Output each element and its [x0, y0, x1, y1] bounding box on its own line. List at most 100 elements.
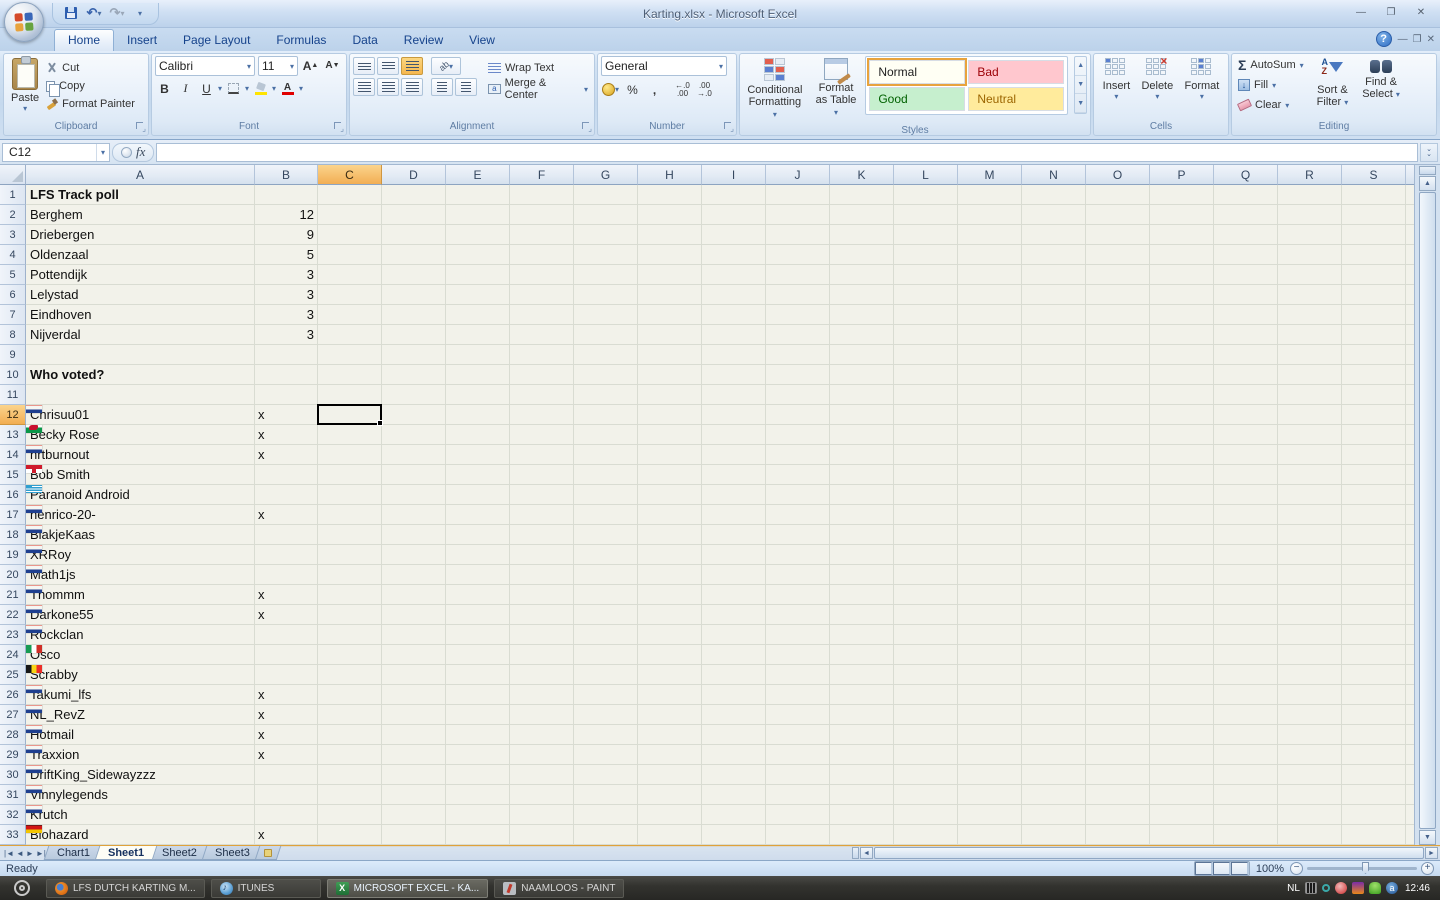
- cell-C11[interactable]: [318, 385, 382, 405]
- cell-M25[interactable]: [958, 665, 1022, 685]
- cell-M5[interactable]: [958, 265, 1022, 285]
- cell-S23[interactable]: [1342, 625, 1406, 645]
- column-header-E[interactable]: E: [446, 165, 510, 185]
- cell-A30[interactable]: DriftKing_Sidewayzzz: [26, 765, 255, 785]
- cell-R1[interactable]: [1278, 185, 1342, 205]
- cell-M10[interactable]: [958, 365, 1022, 385]
- cell-I1[interactable]: [702, 185, 766, 205]
- cell-R28[interactable]: [1278, 725, 1342, 745]
- cell-O20[interactable]: [1086, 565, 1150, 585]
- cell-Q27[interactable]: [1214, 705, 1278, 725]
- cell-A33[interactable]: Biohazard: [26, 825, 255, 845]
- cell-P6[interactable]: [1150, 285, 1214, 305]
- cell-M2[interactable]: [958, 205, 1022, 225]
- cell-C26[interactable]: [318, 685, 382, 705]
- cell-Q5[interactable]: [1214, 265, 1278, 285]
- cell-I19[interactable]: [702, 545, 766, 565]
- cell-E27[interactable]: [446, 705, 510, 725]
- cell-S1[interactable]: [1342, 185, 1406, 205]
- cell-K3[interactable]: [830, 225, 894, 245]
- cell-O15[interactable]: [1086, 465, 1150, 485]
- row-header-17[interactable]: 17: [0, 505, 26, 525]
- cell-I9[interactable]: [702, 345, 766, 365]
- cell-S9[interactable]: [1342, 345, 1406, 365]
- cell-I23[interactable]: [702, 625, 766, 645]
- cell-C21[interactable]: [318, 585, 382, 605]
- tab-data[interactable]: Data: [339, 30, 390, 51]
- row-header-28[interactable]: 28: [0, 725, 26, 745]
- number-dialog-launcher[interactable]: [724, 122, 734, 133]
- cell-S6[interactable]: [1342, 285, 1406, 305]
- cell-J15[interactable]: [766, 465, 830, 485]
- cell-I24[interactable]: [702, 645, 766, 665]
- cell-N10[interactable]: [1022, 365, 1086, 385]
- cell-C5[interactable]: [318, 265, 382, 285]
- cell-S25[interactable]: [1342, 665, 1406, 685]
- cell-E28[interactable]: [446, 725, 510, 745]
- cell-C31[interactable]: [318, 785, 382, 805]
- cell-D7[interactable]: [382, 305, 446, 325]
- cell-J31[interactable]: [766, 785, 830, 805]
- cell-E26[interactable]: [446, 685, 510, 705]
- cell-E11[interactable]: [446, 385, 510, 405]
- cell-S22[interactable]: [1342, 605, 1406, 625]
- cell-I28[interactable]: [702, 725, 766, 745]
- cell-A10[interactable]: Who voted?: [26, 365, 255, 385]
- cell-D1[interactable]: [382, 185, 446, 205]
- align-bottom-button[interactable]: [401, 57, 423, 75]
- restore-button[interactable]: ❐: [1378, 5, 1404, 20]
- cell-O23[interactable]: [1086, 625, 1150, 645]
- cell-N6[interactable]: [1022, 285, 1086, 305]
- cell-F27[interactable]: [510, 705, 574, 725]
- cell-G27[interactable]: [574, 705, 638, 725]
- cell-K15[interactable]: [830, 465, 894, 485]
- cell-J5[interactable]: [766, 265, 830, 285]
- cell-M28[interactable]: [958, 725, 1022, 745]
- cell-Q2[interactable]: [1214, 205, 1278, 225]
- cell-G18[interactable]: [574, 525, 638, 545]
- cell-Q32[interactable]: [1214, 805, 1278, 825]
- tab-split-handle[interactable]: [852, 847, 859, 859]
- cell-R14[interactable]: [1278, 445, 1342, 465]
- column-header-R[interactable]: R: [1278, 165, 1342, 185]
- column-header-I[interactable]: I: [702, 165, 766, 185]
- cell-P1[interactable]: [1150, 185, 1214, 205]
- cell-R2[interactable]: [1278, 205, 1342, 225]
- cell-P25[interactable]: [1150, 665, 1214, 685]
- cell-E15[interactable]: [446, 465, 510, 485]
- cell-E23[interactable]: [446, 625, 510, 645]
- cell-J33[interactable]: [766, 825, 830, 845]
- cell-N31[interactable]: [1022, 785, 1086, 805]
- column-header-O[interactable]: O: [1086, 165, 1150, 185]
- cell-Q1[interactable]: [1214, 185, 1278, 205]
- cell-O8[interactable]: [1086, 325, 1150, 345]
- cell-C33[interactable]: [318, 825, 382, 845]
- cell-G16[interactable]: [574, 485, 638, 505]
- cell-K31[interactable]: [830, 785, 894, 805]
- cell-I3[interactable]: [702, 225, 766, 245]
- cell-F14[interactable]: [510, 445, 574, 465]
- cell-O13[interactable]: [1086, 425, 1150, 445]
- cell-R30[interactable]: [1278, 765, 1342, 785]
- cell-R9[interactable]: [1278, 345, 1342, 365]
- cell-E4[interactable]: [446, 245, 510, 265]
- cell-A1[interactable]: LFS Track poll: [26, 185, 255, 205]
- cell-I7[interactable]: [702, 305, 766, 325]
- cell-Q6[interactable]: [1214, 285, 1278, 305]
- cell-O30[interactable]: [1086, 765, 1150, 785]
- cell-L19[interactable]: [894, 545, 958, 565]
- cell-S28[interactable]: [1342, 725, 1406, 745]
- cell-J22[interactable]: [766, 605, 830, 625]
- decrease-indent-button[interactable]: [431, 78, 453, 96]
- cell-S3[interactable]: [1342, 225, 1406, 245]
- close-button[interactable]: ✕: [1408, 5, 1434, 20]
- cell-N7[interactable]: [1022, 305, 1086, 325]
- paste-button[interactable]: Paste ▾: [7, 56, 43, 119]
- cell-R5[interactable]: [1278, 265, 1342, 285]
- borders-button[interactable]: [224, 79, 243, 98]
- cell-D9[interactable]: [382, 345, 446, 365]
- insert-worksheet-tab[interactable]: [254, 846, 281, 860]
- cell-S7[interactable]: [1342, 305, 1406, 325]
- cell-E16[interactable]: [446, 485, 510, 505]
- cell-G20[interactable]: [574, 565, 638, 585]
